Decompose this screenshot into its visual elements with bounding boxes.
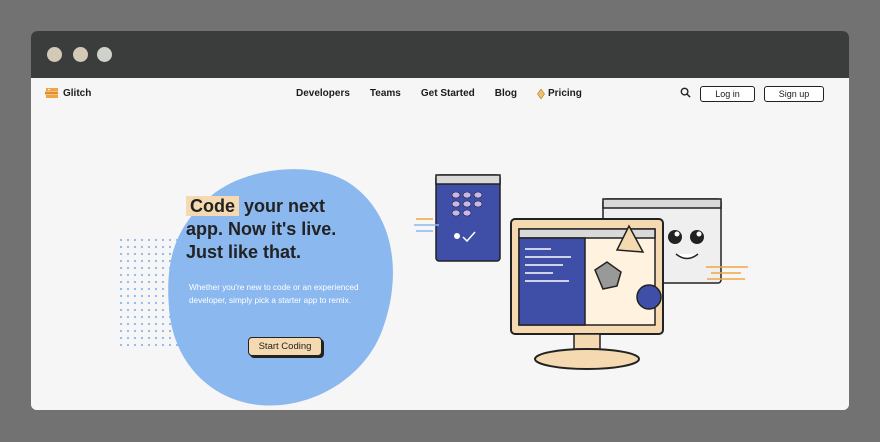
brand-name: Glitch (63, 87, 92, 99)
nav-links: Developers Teams Get Started Blog Pricin… (296, 88, 602, 99)
nav-link-pricing-label: Pricing (548, 88, 582, 99)
window-minimize-dot[interactable] (73, 47, 88, 62)
hero-subtext: Whether you're new to code or an experie… (189, 283, 359, 305)
monitor-illustration (510, 218, 664, 370)
headline-part-1: your next (244, 196, 326, 216)
nav-link-blog[interactable]: Blog (495, 88, 517, 99)
headline-highlight: Code (186, 196, 239, 216)
webpage: Glitch Developers Teams Get Started Blog… (31, 78, 849, 410)
headline-part-3: Just like that. (186, 242, 302, 262)
window-close-dot[interactable] (47, 47, 62, 62)
search-icon[interactable] (680, 87, 691, 98)
nav-link-pricing[interactable]: Pricing (537, 88, 582, 99)
window-titlebar (31, 31, 849, 78)
glitch-logo-icon (45, 88, 58, 98)
brand-logo[interactable]: Glitch (45, 87, 91, 99)
signup-button[interactable]: Sign up (764, 86, 824, 102)
browser-window: Glitch Developers Teams Get Started Blog… (31, 31, 849, 410)
diamond-icon (537, 88, 545, 99)
login-button[interactable]: Log in (700, 86, 755, 102)
headline-part-2: app. Now it's live. (186, 219, 337, 239)
code-window-illustration (414, 174, 501, 262)
top-nav: Glitch Developers Teams Get Started Blog… (31, 78, 849, 110)
window-maximize-dot[interactable] (97, 47, 112, 62)
dot-pattern (119, 238, 189, 350)
hero-headline: Code your next app. Now it's live. Just … (186, 195, 386, 264)
nav-link-developers[interactable]: Developers (296, 88, 350, 99)
nav-link-teams[interactable]: Teams (370, 88, 401, 99)
nav-link-get-started[interactable]: Get Started (421, 88, 475, 99)
hero-illustration (414, 174, 748, 370)
start-coding-button[interactable]: Start Coding (248, 337, 322, 356)
